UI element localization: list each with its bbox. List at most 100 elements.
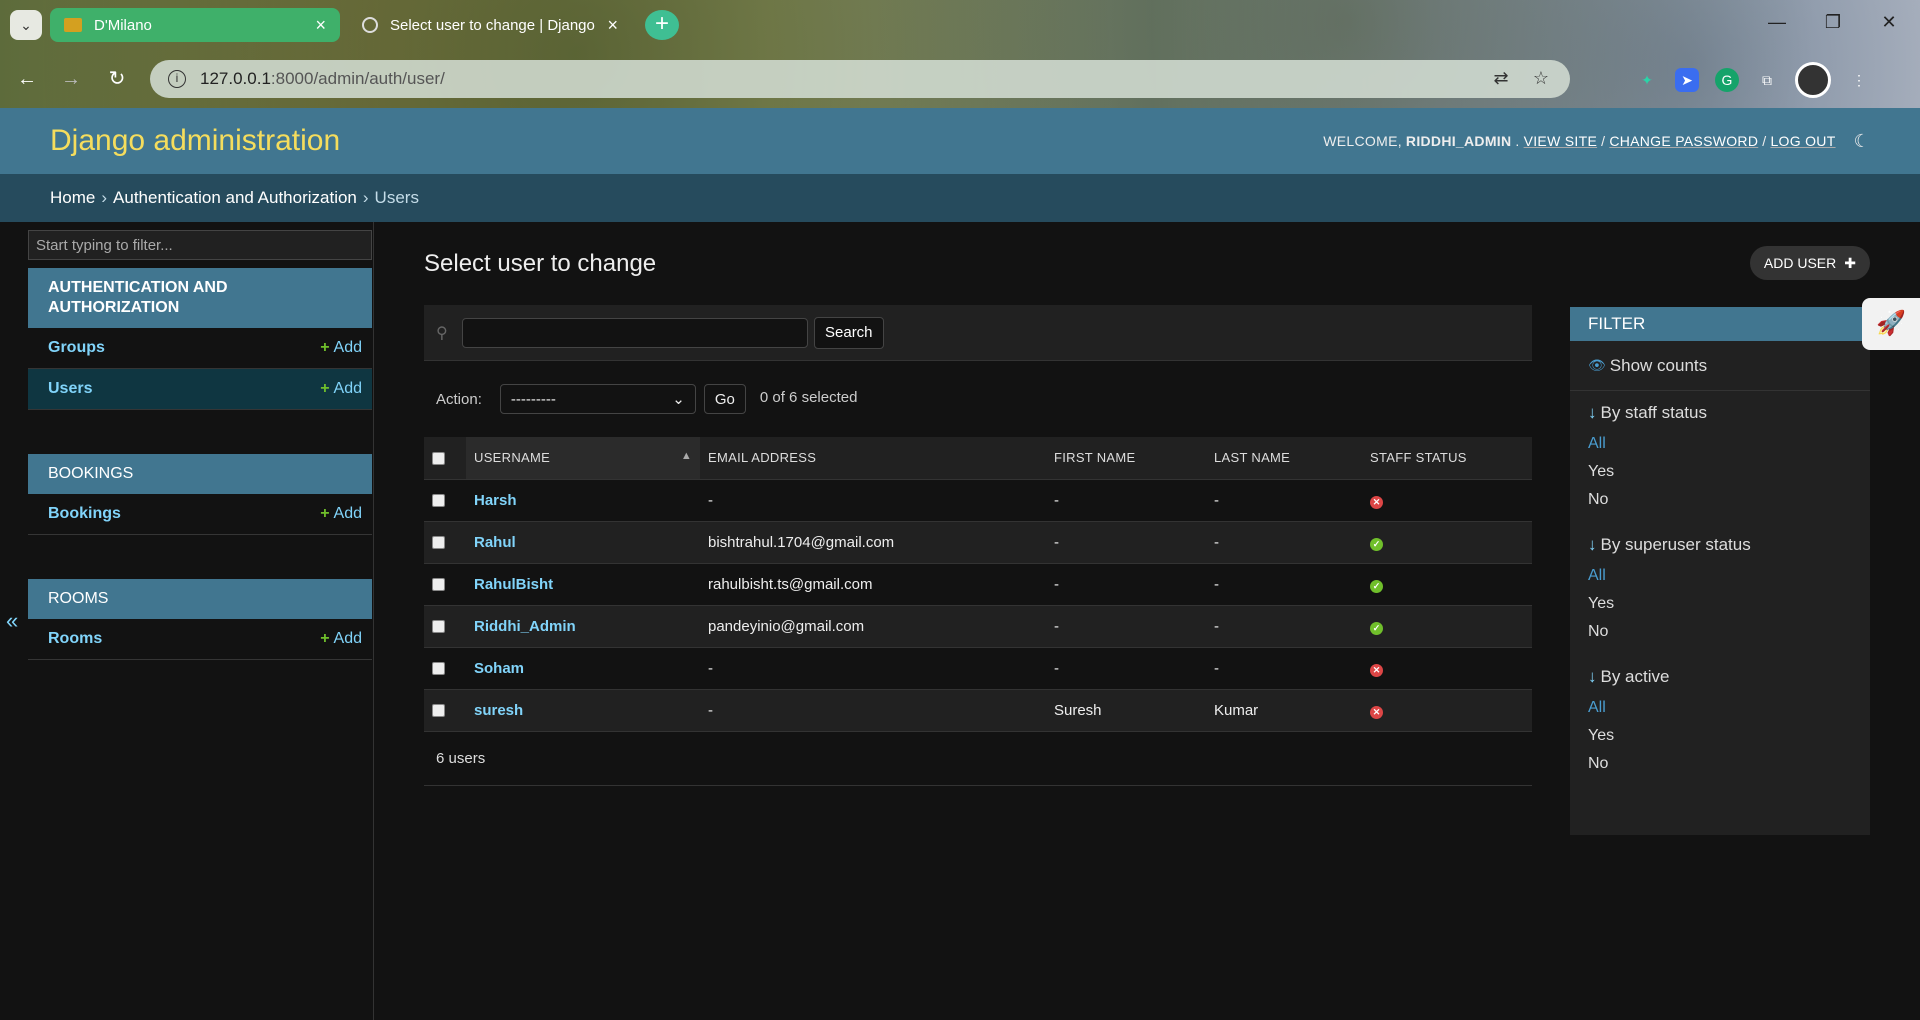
module-caption[interactable]: ROOMS (28, 579, 372, 619)
close-icon[interactable]: × (315, 15, 326, 36)
extensions-area: ✦ ➤ G ⧉ ⋮ (1625, 62, 1905, 98)
username-link[interactable]: RahulBisht (474, 576, 553, 593)
translate-icon[interactable]: ⇄ (1490, 68, 1512, 90)
filter-group-title[interactable]: ↓ By superuser status (1588, 535, 1852, 555)
filter-group-title[interactable]: ↓ By active (1588, 667, 1852, 687)
row-checkbox[interactable] (432, 494, 445, 508)
filter-option[interactable]: Yes (1588, 595, 1852, 623)
username-link[interactable]: Rahul (474, 534, 516, 551)
close-window-icon[interactable]: ✕ (1874, 12, 1904, 33)
add-user-button[interactable]: ADD USER ✚ (1749, 246, 1870, 280)
site-info-icon[interactable]: i (168, 70, 186, 88)
sidebar-item-bookings[interactable]: Bookings + Add (28, 494, 372, 535)
puzzle-icon[interactable]: ⧉ (1755, 68, 1779, 92)
moon-icon[interactable]: ☾ (1854, 131, 1870, 152)
collapse-sidebar-icon[interactable]: « (6, 608, 18, 634)
add-link[interactable]: + Add (320, 380, 362, 398)
column-header-email[interactable]: EMAIL ADDRESS (700, 437, 1046, 480)
filter-option[interactable]: All (1588, 699, 1852, 727)
row-checkbox[interactable] (432, 704, 445, 718)
row-checkbox[interactable] (432, 620, 445, 634)
column-header-last-name[interactable]: LAST NAME (1206, 437, 1362, 480)
rocket-icon[interactable]: 🚀 (1862, 298, 1920, 350)
username-cell: Riddhi_Admin (466, 605, 700, 648)
change-password-link[interactable]: CHANGE PASSWORD (1609, 133, 1758, 149)
site-brand[interactable]: Django administration (50, 124, 340, 158)
username-cell: Harsh (466, 479, 700, 522)
extension-icon[interactable]: ✦ (1635, 68, 1659, 92)
sort-ascending-icon[interactable]: ▲ (681, 450, 692, 462)
sidebar-item-rooms[interactable]: Rooms + Add (28, 619, 372, 660)
action-select[interactable]: --------- ⌄ (499, 384, 696, 414)
nav-filter-input[interactable]: Start typing to filter... (28, 230, 372, 260)
username-link[interactable]: Harsh (474, 492, 517, 509)
filter-option[interactable]: No (1588, 491, 1852, 519)
log-out-link[interactable]: LOG OUT (1770, 133, 1835, 149)
add-link[interactable]: + Add (320, 505, 362, 523)
sidebar-item-label[interactable]: Rooms (48, 630, 320, 648)
filter-option[interactable]: All (1588, 567, 1852, 595)
search-input[interactable] (462, 317, 808, 348)
url-text[interactable]: 127.0.0.1:8000/admin/auth/user/ (200, 69, 1472, 89)
back-icon[interactable]: ← (12, 64, 42, 94)
bookmark-star-icon[interactable]: ☆ (1530, 68, 1552, 90)
close-icon[interactable]: × (607, 15, 618, 36)
filter-group-title[interactable]: ↓ By staff status (1588, 403, 1852, 423)
selected-count: 0 of 6 selected (759, 388, 858, 406)
staff-status-cell: ✓ (1362, 563, 1532, 606)
row-checkbox[interactable] (432, 578, 445, 592)
module-caption[interactable]: BOOKINGS (28, 454, 372, 494)
sidebar-item-groups[interactable]: Groups + Add (28, 328, 372, 369)
sidebar-item-users[interactable]: Users + Add (28, 369, 372, 410)
avatar[interactable] (1795, 62, 1831, 98)
browser-toolbar: ← → ↻ i 127.0.0.1:8000/admin/auth/user/ … (0, 56, 1920, 102)
extension-icon[interactable]: ➤ (1675, 68, 1699, 92)
filter-option[interactable]: No (1588, 755, 1852, 783)
breadcrumb-app[interactable]: Authentication and Authorization (113, 188, 357, 208)
tab-select-user[interactable]: Select user to change | Django × (348, 8, 632, 42)
username-link[interactable]: suresh (474, 702, 523, 719)
view-site-link[interactable]: VIEW SITE (1524, 133, 1598, 149)
table-row: Soham - - - ✕ (424, 647, 1532, 690)
show-counts-link[interactable]: 👁 Show counts (1570, 341, 1870, 391)
grammarly-icon[interactable]: G (1715, 68, 1739, 92)
tab-dmilano[interactable]: D'Milano × (50, 8, 340, 42)
filter-option[interactable]: All (1588, 435, 1852, 463)
username: RIDDHI_ADMIN (1405, 133, 1512, 149)
plus-icon: ✚ (1844, 254, 1856, 271)
filter-group: ↓ By active All Yes No (1570, 655, 1870, 787)
table-row: Riddhi_Admin pandeyinio@gmail.com - - ✓ (424, 605, 1532, 648)
go-button[interactable]: Go (703, 384, 746, 414)
column-header-first-name[interactable]: FIRST NAME (1046, 437, 1206, 480)
sidebar-item-label[interactable]: Groups (48, 339, 320, 357)
search-button[interactable]: Search (814, 316, 884, 349)
filter-option[interactable]: No (1588, 623, 1852, 651)
reload-icon[interactable]: ↻ (102, 64, 132, 94)
minimize-icon[interactable]: — (1762, 12, 1792, 33)
new-tab-button[interactable]: + (645, 10, 679, 40)
address-bar[interactable]: i 127.0.0.1:8000/admin/auth/user/ ⇄ ☆ (150, 60, 1570, 98)
column-header-staff-status[interactable]: STAFF STATUS (1362, 437, 1532, 480)
username-link[interactable]: Soham (474, 660, 524, 677)
sidebar-item-label[interactable]: Bookings (48, 505, 320, 523)
username-cell: Rahul (466, 521, 700, 564)
restore-icon[interactable]: ❐ (1818, 12, 1848, 33)
row-checkbox[interactable] (432, 662, 445, 676)
add-link[interactable]: + Add (320, 630, 362, 648)
forward-icon[interactable]: → (56, 64, 86, 94)
cross-icon: ✕ (1370, 705, 1383, 719)
filter-option[interactable]: Yes (1588, 463, 1852, 491)
column-header-username[interactable]: USERNAME ▲ (466, 437, 700, 480)
breadcrumb-home[interactable]: Home (50, 188, 95, 208)
kebab-menu-icon[interactable]: ⋮ (1847, 68, 1871, 92)
email-cell: pandeyinio@gmail.com (700, 605, 1046, 648)
add-link[interactable]: + Add (320, 339, 362, 357)
row-checkbox[interactable] (432, 536, 445, 550)
filter-option[interactable]: Yes (1588, 727, 1852, 755)
tab-search-icon[interactable]: ⌄ (10, 10, 42, 40)
username-link[interactable]: Riddhi_Admin (474, 618, 576, 635)
module-caption[interactable]: AUTHENTICATION AND AUTHORIZATION (28, 268, 372, 328)
select-all-checkbox[interactable] (432, 452, 445, 466)
last-name-cell: - (1206, 563, 1362, 606)
sidebar-item-label[interactable]: Users (48, 380, 320, 398)
